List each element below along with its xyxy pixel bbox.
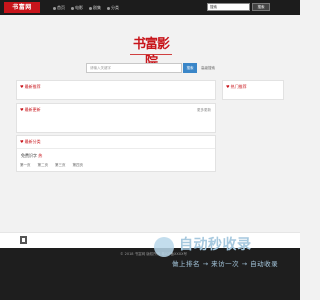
top-bar: 书富网 首页 电影 剧集 分类 搜索 搜索: [0, 0, 300, 15]
main-search-input[interactable]: 请输入关键字: [86, 63, 182, 73]
panel-hot: ♥热门推荐: [222, 80, 284, 100]
nav-item-category[interactable]: 分类: [107, 3, 119, 12]
watermark-title: 自动秒收录: [179, 237, 252, 253]
panel-latest: ♥最新更新 更多更新: [16, 103, 216, 133]
page-link[interactable]: 第四页: [73, 162, 84, 168]
heart-icon: ♥: [20, 107, 24, 112]
copyright-text: © 2018 书富网 版权所有 粤ICP备XXXX号: [120, 252, 188, 256]
category-icon: [107, 6, 110, 10]
advanced-search-link[interactable]: 高级搜索: [201, 65, 215, 71]
category-item[interactable]: 免费识字 热: [21, 153, 42, 159]
panel-hot-title: ♥热门推荐: [226, 84, 247, 89]
top-search-button[interactable]: 搜索: [252, 3, 270, 11]
panel-recommend-title: ♥最新推荐: [20, 84, 41, 89]
main-search-button[interactable]: 搜索: [183, 63, 197, 73]
page-link[interactable]: 第一页: [20, 162, 31, 168]
movie-icon: [71, 6, 74, 10]
site-logo[interactable]: 书富网: [4, 2, 40, 13]
page-link[interactable]: 第三页: [55, 162, 66, 168]
nav-item-movies[interactable]: 电影: [71, 3, 83, 12]
nav-item-series[interactable]: 剧集: [89, 3, 101, 12]
hot-badge: 热: [38, 153, 43, 158]
page-link[interactable]: 第二页: [38, 162, 49, 168]
heart-icon: ♥: [20, 139, 24, 144]
panel-category-title: ♥最新分类: [20, 139, 41, 144]
watermark-subtitle: 做上排名 → 来访一次 → 自动收录: [172, 260, 279, 268]
more-updates-link[interactable]: 更多更新: [197, 107, 211, 113]
divider: [17, 148, 215, 149]
watermark-logo-icon: [154, 237, 174, 257]
heart-icon: ♥: [20, 84, 24, 89]
heart-icon: ♥: [226, 84, 230, 89]
pagination: 第一页 第二页 第三页 第四页: [20, 162, 83, 168]
top-search-input[interactable]: 搜索: [207, 3, 250, 11]
home-icon: [53, 6, 56, 10]
top-nav: 首页 电影 剧集 分类: [53, 3, 119, 12]
panel-recommend: ♥最新推荐: [16, 80, 216, 100]
hero-logo: 书富影院: [130, 36, 172, 70]
nav-item-home[interactable]: 首页: [53, 3, 65, 12]
qr-code-icon: [20, 236, 27, 244]
series-icon: [89, 6, 92, 10]
panel-latest-title: ♥最新更新: [20, 107, 41, 112]
footer-band: [0, 232, 300, 249]
